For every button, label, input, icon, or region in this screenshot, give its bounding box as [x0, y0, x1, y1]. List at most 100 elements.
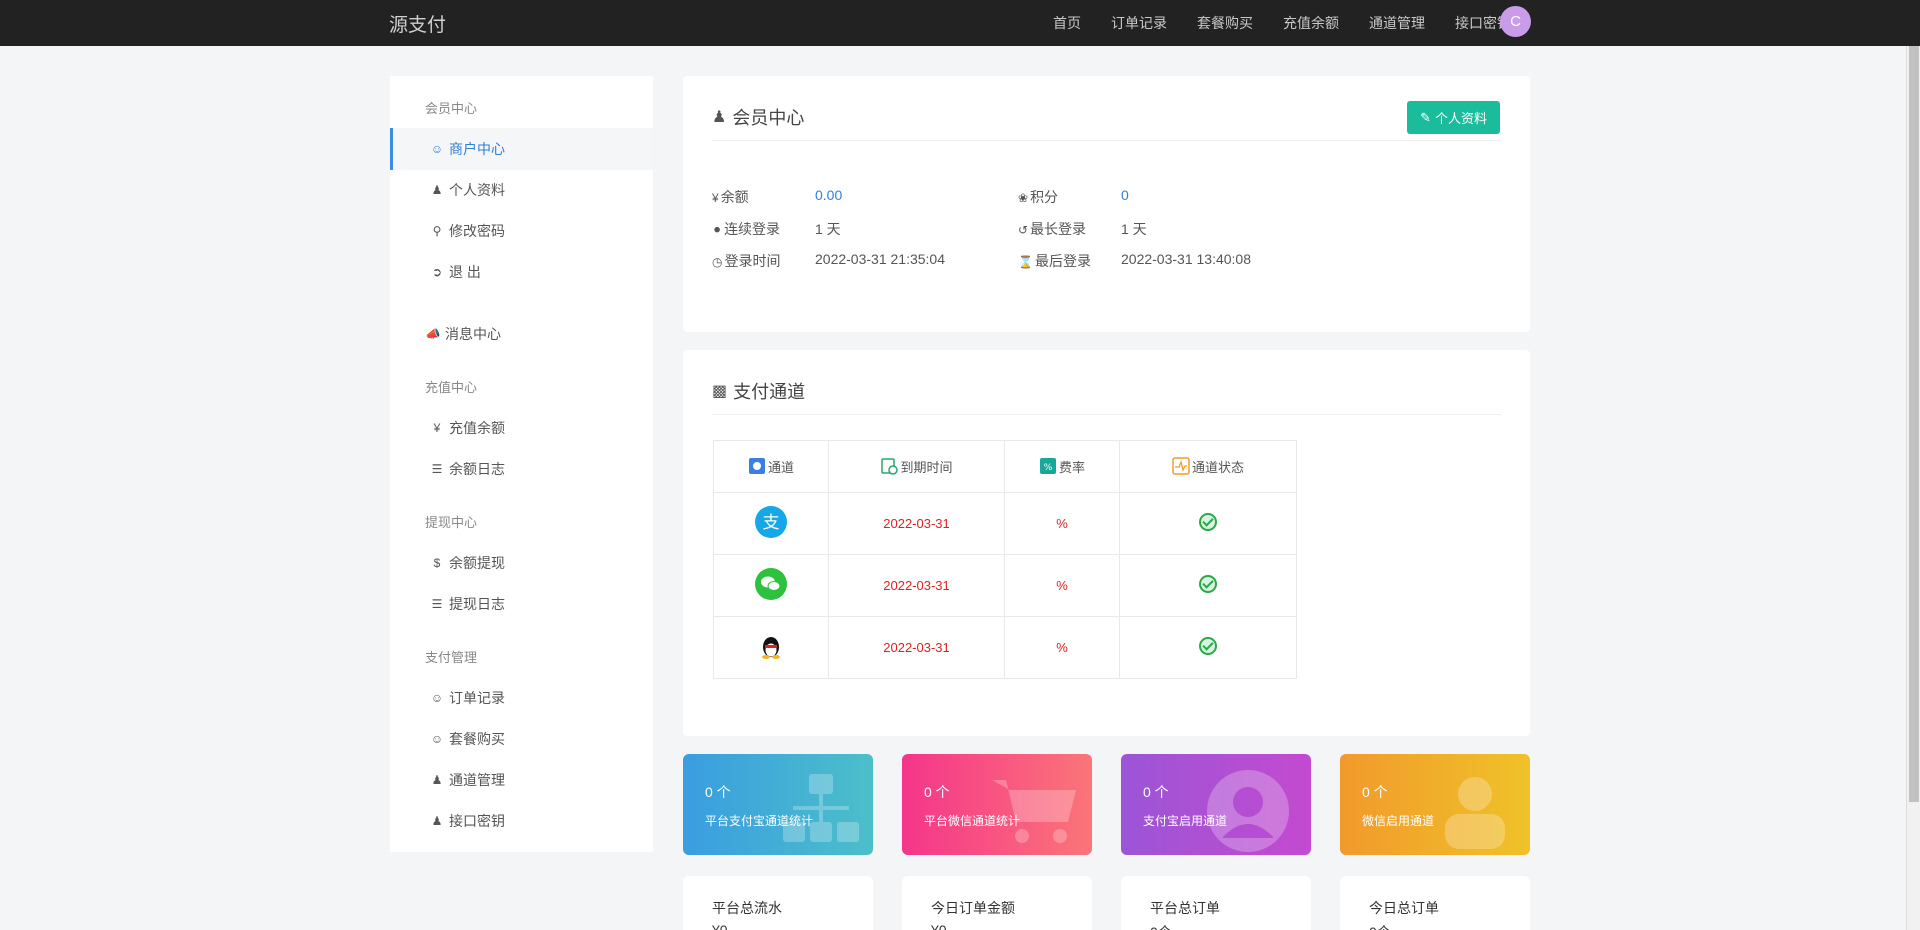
sidebar-item-label: 接口密钥 — [449, 813, 505, 829]
sidebar-item-label: 退 出 — [449, 264, 481, 280]
column-header-rate: % 费率 — [1004, 440, 1120, 493]
sidebar-item-password[interactable]: ⚲ 修改密码 — [390, 210, 653, 252]
rate-cell: % — [1004, 616, 1120, 679]
channel-cell — [713, 554, 829, 617]
sidebar-item-api-key[interactable]: ♟ 接口密钥 — [390, 800, 653, 842]
sidebar-item-logout[interactable]: ➲ 退 出 — [390, 251, 653, 293]
sidebar-item-label: 套餐购买 — [449, 731, 505, 747]
payment-channel-panel: ▩ 支付通道 通道 到期时间 % 费率 通道状态 支 2022-03-31 % — [683, 350, 1530, 736]
stat-number: 0 个 — [1362, 784, 1388, 800]
leaf-icon: ❀ — [1018, 191, 1029, 205]
user-icon — [1445, 777, 1505, 849]
total-flow-card: 平台总流水 ¥0 — [683, 876, 873, 930]
nav-home[interactable]: 首页 — [1053, 13, 1081, 33]
sidebar-item-label: 修改密码 — [449, 223, 505, 239]
user-avatar[interactable]: C — [1500, 6, 1531, 37]
table-row: 2022-03-31 % — [713, 616, 1297, 679]
sidebar-section-payment: 支付管理 — [425, 650, 478, 665]
rate-cell: % — [1004, 554, 1120, 617]
key-icon: ⚲ — [432, 224, 442, 238]
nav-channels[interactable]: 通道管理 — [1369, 13, 1425, 33]
user-icon: ♟ — [431, 183, 443, 197]
last-login-label: ⌛ 最后登录 — [1018, 251, 1091, 271]
user-circle-icon — [1207, 770, 1289, 852]
qq-icon — [755, 630, 787, 662]
rate-cell: % — [1004, 492, 1120, 555]
sidebar-item-withdraw-balance[interactable]: $ 余额提现 — [390, 542, 653, 584]
total-orders-card: 平台总订单 0个 — [1121, 876, 1311, 930]
card-label: 今日订单金额 — [931, 900, 1015, 916]
card-label: 平台总订单 — [1150, 900, 1220, 916]
clock-icon: ◷ — [712, 255, 723, 269]
member-center-panel: ♟ 会员中心 ✎ 个人资料 ¥ 余额 0.00 ❀ 积分 0 ⚫ 连续登录 1 天 ↺ 最长… — [683, 76, 1530, 332]
percent-icon: % — [1039, 457, 1057, 475]
nav-packages[interactable]: 套餐购买 — [1197, 13, 1253, 33]
pencil-icon: ✎ — [1420, 109, 1431, 125]
stat-card-alipay-channels[interactable]: 0 个 平台支付宝通道统计 — [683, 754, 873, 855]
sidebar-item-label: 余额日志 — [449, 461, 505, 477]
sidebar-item-orders[interactable]: ☺ 订单记录 — [390, 677, 653, 719]
sidebar-item-label: 余额提现 — [449, 555, 505, 571]
top-nav-menu: 首页 订单记录 套餐购买 充值余额 通道管理 接口密钥 — [1023, 0, 1511, 46]
list-icon: ☰ — [431, 462, 443, 476]
fire-icon: ⚫ — [712, 223, 723, 237]
check-circle-icon — [1199, 575, 1217, 593]
user-circle-icon: ☺ — [430, 691, 444, 705]
stat-card-wechat-channels[interactable]: 0 个 平台微信通道统计 — [902, 754, 1092, 855]
longest-label-text: 最长登录 — [1030, 221, 1087, 237]
stat-number: 0 个 — [705, 784, 731, 800]
header-label: 费率 — [1058, 460, 1085, 475]
panel-title: ♟ 会员中心 — [712, 104, 804, 130]
yen-icon: ¥ — [712, 191, 719, 205]
sidebar-item-profile[interactable]: ♟ 个人资料 — [390, 169, 653, 211]
sidebar-item-merchant[interactable]: ☺ 商户中心 — [390, 128, 653, 170]
last-login-value: 2022-03-31 13:40:08 — [1121, 251, 1251, 267]
check-circle-icon — [1199, 637, 1217, 655]
sidebar-item-balance-log[interactable]: ☰ 余额日志 — [390, 448, 653, 490]
card-label: 平台总流水 — [712, 900, 782, 916]
sidebar-item-label: 通道管理 — [449, 772, 505, 788]
header-label: 通道状态 — [1191, 460, 1244, 475]
last-login-label-text: 最后登录 — [1034, 253, 1091, 269]
login-time-label-text: 登录时间 — [724, 253, 781, 269]
user-circle-icon: ☺ — [430, 732, 444, 746]
scrollbar-thumb[interactable] — [1909, 46, 1919, 802]
expire-cell: 2022-03-31 — [828, 616, 1005, 679]
stat-label: 微信启用通道 — [1362, 814, 1435, 828]
pulse-icon — [1172, 457, 1190, 475]
check-circle-icon — [1199, 513, 1217, 531]
hourglass-icon: ⌛ — [1018, 255, 1033, 269]
profile-button[interactable]: ✎ 个人资料 — [1407, 101, 1500, 134]
dollar-icon: $ — [433, 556, 441, 570]
expire-cell: 2022-03-31 — [828, 554, 1005, 617]
sidebar-item-label: 个人资料 — [449, 182, 505, 198]
panel-title-text: 会员中心 — [732, 108, 805, 128]
nav-orders[interactable]: 订单记录 — [1111, 13, 1167, 33]
sidebar-item-recharge-balance[interactable]: ¥ 充值余额 — [390, 407, 653, 449]
channel-icon — [748, 457, 766, 475]
panel-title: ▩ 支付通道 — [712, 378, 805, 404]
brand-logo[interactable]: 源支付 — [389, 10, 446, 37]
nav-recharge[interactable]: 充值余额 — [1283, 13, 1339, 33]
svg-text:%: % — [1044, 463, 1053, 473]
column-header-channel: 通道 — [713, 440, 829, 493]
sidebar-item-label: 商户中心 — [449, 141, 505, 157]
stat-card-wechat-enabled[interactable]: 0 个 微信启用通道 — [1340, 754, 1530, 855]
balance-value: 0.00 — [815, 187, 843, 203]
sidebar-item-withdraw-log[interactable]: ☰ 提现日志 — [390, 583, 653, 625]
points-label: ❀ 积分 — [1018, 187, 1058, 207]
today-order-amount-card: 今日订单金额 ¥0 — [902, 876, 1092, 930]
table-row: 2022-03-31 % — [713, 554, 1297, 617]
sidebar-section-member: 会员中心 — [425, 101, 478, 116]
sidebar-item-packages[interactable]: ☺ 套餐购买 — [390, 718, 653, 760]
sidebar-item-messages[interactable]: 📣 消息中心 — [390, 313, 653, 355]
login-time-label: ◷ 登录时间 — [712, 251, 780, 271]
balance-label: ¥ 余额 — [712, 187, 749, 207]
sidebar-item-channels[interactable]: ♟ 通道管理 — [390, 759, 653, 801]
streak-value: 1 天 — [815, 221, 841, 237]
sidebar-item-label: 提现日志 — [449, 596, 505, 612]
vertical-scrollbar[interactable] — [1906, 46, 1920, 930]
sign-out-icon: ➲ — [431, 265, 443, 279]
stat-card-alipay-enabled[interactable]: 0 个 支付宝启用通道 — [1121, 754, 1311, 855]
alipay-icon: 支 — [755, 506, 787, 538]
